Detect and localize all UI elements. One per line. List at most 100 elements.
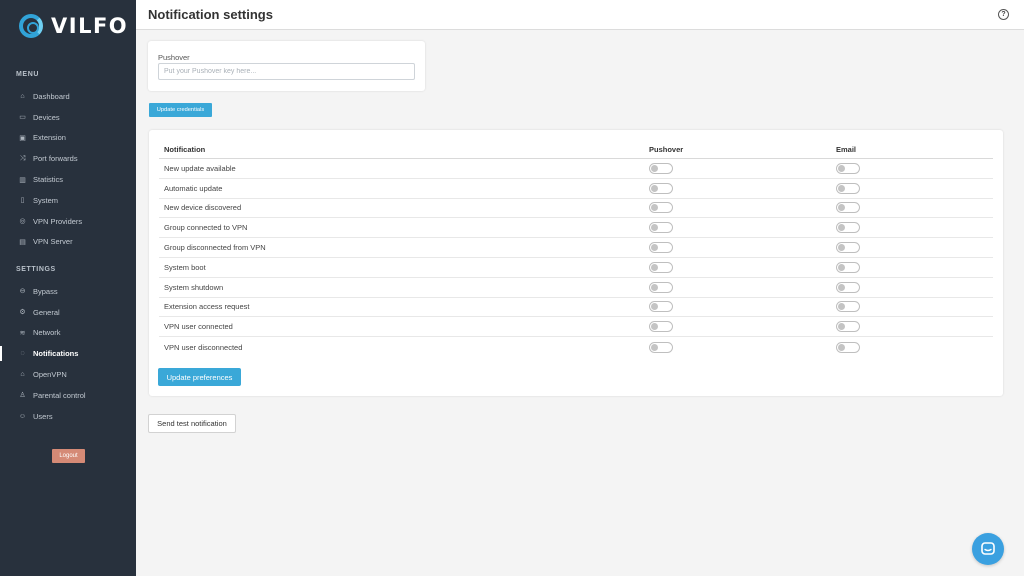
send-test-notification-button[interactable]: Send test notification [148, 414, 236, 433]
page-title: Notification settings [148, 7, 273, 22]
sidebar-item-label: Devices [33, 112, 60, 122]
pushover-label: Pushover [158, 53, 190, 62]
pushover-toggle[interactable] [649, 222, 673, 234]
pushover-toggle[interactable] [649, 321, 673, 333]
lock-icon: ⌂ [20, 371, 25, 379]
sidebar-item-label: VPN Server [33, 237, 73, 247]
pushover-toggle[interactable] [649, 281, 673, 293]
pushover-toggle[interactable] [649, 242, 673, 254]
gear-icon: ⚙ [19, 309, 26, 317]
pushover-toggle[interactable] [649, 301, 673, 313]
sidebar-item-network[interactable]: ≋ Network [0, 323, 136, 344]
chat-launcher-button[interactable] [972, 533, 1004, 565]
table-row: Group disconnected from VPN [159, 238, 993, 258]
sidebar-item-extension[interactable]: ▣ Extension [0, 128, 136, 149]
email-toggle[interactable] [836, 182, 860, 194]
table-row: New device discovered [159, 199, 993, 219]
sidebar-item-label: OpenVPN [33, 370, 67, 380]
users-icon: ☺ [18, 412, 27, 420]
vilfo-logo-icon [19, 14, 43, 38]
device-icon: ▯ [20, 197, 25, 205]
brand-logo[interactable]: VILFO [19, 14, 128, 38]
help-icon[interactable]: ? [998, 9, 1009, 20]
table-row: Extension access request [159, 298, 993, 318]
table-row: Automatic update [159, 179, 993, 199]
sidebar-item-label: Port forwards [33, 154, 78, 164]
sidebar-item-devices[interactable]: ▭ Devices [0, 107, 136, 128]
menu-section-title: MENU [16, 71, 40, 78]
column-header-email: Email [836, 144, 857, 154]
sidebar-item-label: Bypass [33, 286, 58, 296]
shuffle-icon: ⤨ [19, 154, 26, 162]
email-toggle[interactable] [836, 321, 860, 333]
notification-label: Automatic update [164, 183, 223, 193]
table-header: Notification Pushover Email [159, 140, 993, 159]
sidebar-item-label: Dashboard [33, 91, 70, 101]
menu-nav: ⌂ Dashboard ▭ Devices ▣ Extension ⤨ Port for… [0, 86, 136, 252]
sidebar-item-vpn-providers[interactable]: ◎ VPN Providers [0, 211, 136, 232]
chat-icon: ◌ [20, 350, 25, 358]
notification-label: New update available [164, 163, 236, 173]
globe-icon: ◎ [19, 218, 26, 226]
update-credentials-button[interactable]: Update credentials [149, 103, 212, 117]
sidebar-item-label: General [33, 307, 60, 317]
email-toggle[interactable] [836, 222, 860, 234]
sidebar-item-dashboard[interactable]: ⌂ Dashboard [0, 86, 136, 107]
table-row: New update available [159, 159, 993, 179]
update-preferences-button[interactable]: Update preferences [158, 368, 241, 386]
sidebar-item-statistics[interactable]: ▥ Statistics [0, 169, 136, 190]
laptop-icon: ▭ [19, 114, 26, 122]
sidebar-item-system[interactable]: ▯ System [0, 190, 136, 211]
sidebar-item-bypass[interactable]: ⊖ Bypass [0, 281, 136, 302]
home-icon: ⌂ [20, 92, 25, 100]
pushover-toggle[interactable] [649, 261, 673, 273]
notification-label: VPN user disconnected [164, 342, 243, 352]
pushover-toggle[interactable] [649, 202, 673, 214]
sidebar-item-port-forwards[interactable]: ⤨ Port forwards [0, 148, 136, 169]
pushover-toggle[interactable] [649, 182, 673, 194]
bar-chart-icon: ▥ [19, 176, 26, 184]
table-row: System shutdown [159, 278, 993, 298]
sidebar-item-label: Extension [33, 133, 66, 143]
email-toggle[interactable] [836, 281, 860, 293]
email-toggle[interactable] [836, 301, 860, 313]
logout-button[interactable]: Logout [52, 449, 85, 463]
sidebar-item-label: Notifications [33, 349, 79, 359]
server-icon: ▤ [19, 238, 26, 246]
extension-icon: ▣ [19, 134, 26, 142]
email-toggle[interactable] [836, 261, 860, 273]
preferences-card: Notification Pushover Email New update a… [149, 130, 1003, 396]
pushover-key-input[interactable] [158, 63, 415, 80]
column-header-pushover: Pushover [649, 144, 684, 154]
settings-section-title: SETTINGS [16, 266, 56, 273]
sidebar-item-general[interactable]: ⚙ General [0, 302, 136, 323]
pushover-card: Pushover [148, 41, 425, 91]
pushover-toggle[interactable] [649, 162, 673, 174]
notification-label: System boot [164, 262, 206, 272]
notification-label: System shutdown [164, 282, 224, 292]
sidebar-item-label: Network [33, 328, 61, 338]
sidebar-item-users[interactable]: ☺ Users [0, 406, 136, 427]
sidebar-item-label: VPN Providers [33, 216, 83, 226]
sidebar-item-openvpn[interactable]: ⌂ OpenVPN [0, 364, 136, 385]
notification-label: Extension access request [164, 302, 250, 312]
notification-table: Notification Pushover Email New update a… [159, 140, 993, 357]
table-row: VPN user connected [159, 317, 993, 338]
page-header: Notification settings ? [136, 0, 1024, 30]
email-toggle[interactable] [836, 242, 860, 254]
sidebar-item-label: Parental control [33, 390, 86, 400]
parent-icon: ♙ [19, 392, 26, 400]
sidebar-item-notifications[interactable]: ◌ Notifications [0, 343, 136, 364]
sidebar: VILFO MENU ⌂ Dashboard ▭ Devices ▣ Extensio… [0, 0, 136, 576]
sidebar-item-label: Statistics [33, 175, 64, 185]
sidebar-item-parental-control[interactable]: ♙ Parental control [0, 385, 136, 406]
email-toggle[interactable] [836, 162, 860, 174]
email-toggle[interactable] [836, 202, 860, 214]
sidebar-item-label: Users [33, 411, 53, 421]
notification-label: New device discovered [164, 203, 242, 213]
sidebar-item-vpn-server[interactable]: ▤ VPN Server [0, 232, 136, 253]
table-row: VPN user disconnected [159, 337, 993, 357]
email-toggle[interactable] [836, 341, 860, 353]
pushover-toggle[interactable] [649, 341, 673, 353]
notification-label: Group disconnected from VPN [164, 243, 266, 253]
